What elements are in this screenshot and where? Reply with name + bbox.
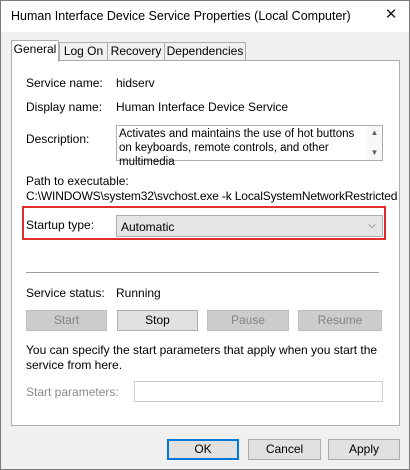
startup-type-value: Automatic xyxy=(121,220,175,234)
stop-button[interactable]: Stop xyxy=(117,310,198,331)
cancel-button[interactable]: Cancel xyxy=(248,439,321,460)
service-status-label: Service status: xyxy=(26,286,105,300)
general-panel: Service name: hidserv Display name: Huma… xyxy=(11,60,400,426)
chevron-up-icon[interactable]: ▲ xyxy=(370,128,379,137)
description-box[interactable]: Activates and maintains the use of hot b… xyxy=(116,125,383,168)
tab-general[interactable]: General xyxy=(11,40,59,62)
start-params-info: You can specify the start parameters tha… xyxy=(26,343,378,372)
description-text: Activates and maintains the use of hot b… xyxy=(119,128,355,168)
display-name-value: Human Interface Device Service xyxy=(116,100,289,114)
tab-dependencies[interactable]: Dependencies xyxy=(164,42,246,61)
chevron-down-icon: ⌵ xyxy=(368,220,376,231)
startup-type-label: Startup type: xyxy=(26,218,95,232)
tab-recovery[interactable]: Recovery xyxy=(107,42,165,61)
divider xyxy=(26,272,379,274)
tab-log-on[interactable]: Log On xyxy=(59,42,108,61)
ok-button[interactable]: OK xyxy=(167,439,239,460)
properties-dialog: Human Interface Device Service Propertie… xyxy=(0,0,410,470)
service-name-label: Service name: xyxy=(26,76,103,90)
pause-button[interactable]: Pause xyxy=(207,310,289,331)
window-title: Human Interface Device Service Propertie… xyxy=(11,9,351,23)
service-status-value: Running xyxy=(116,286,161,300)
description-scrollbar[interactable]: ▲ ▼ xyxy=(367,126,382,160)
chevron-down-icon[interactable]: ▼ xyxy=(370,148,379,157)
title-bar[interactable]: Human Interface Device Service Propertie… xyxy=(1,1,409,32)
resume-button[interactable]: Resume xyxy=(298,310,382,331)
display-name-label: Display name: xyxy=(26,100,103,114)
description-label: Description: xyxy=(26,132,90,146)
start-params-label: Start parameters: xyxy=(26,385,119,399)
service-name-value: hidserv xyxy=(116,76,155,90)
path-value: C:\WINDOWS\system32\svchost.exe -k Local… xyxy=(26,189,398,203)
apply-button[interactable]: Apply xyxy=(328,439,400,460)
close-icon[interactable]: ✕ xyxy=(382,6,400,24)
start-params-input[interactable] xyxy=(134,381,383,402)
start-button[interactable]: Start xyxy=(26,310,107,331)
startup-type-select[interactable]: Automatic ⌵ xyxy=(116,215,383,237)
path-label: Path to executable: xyxy=(26,174,129,188)
